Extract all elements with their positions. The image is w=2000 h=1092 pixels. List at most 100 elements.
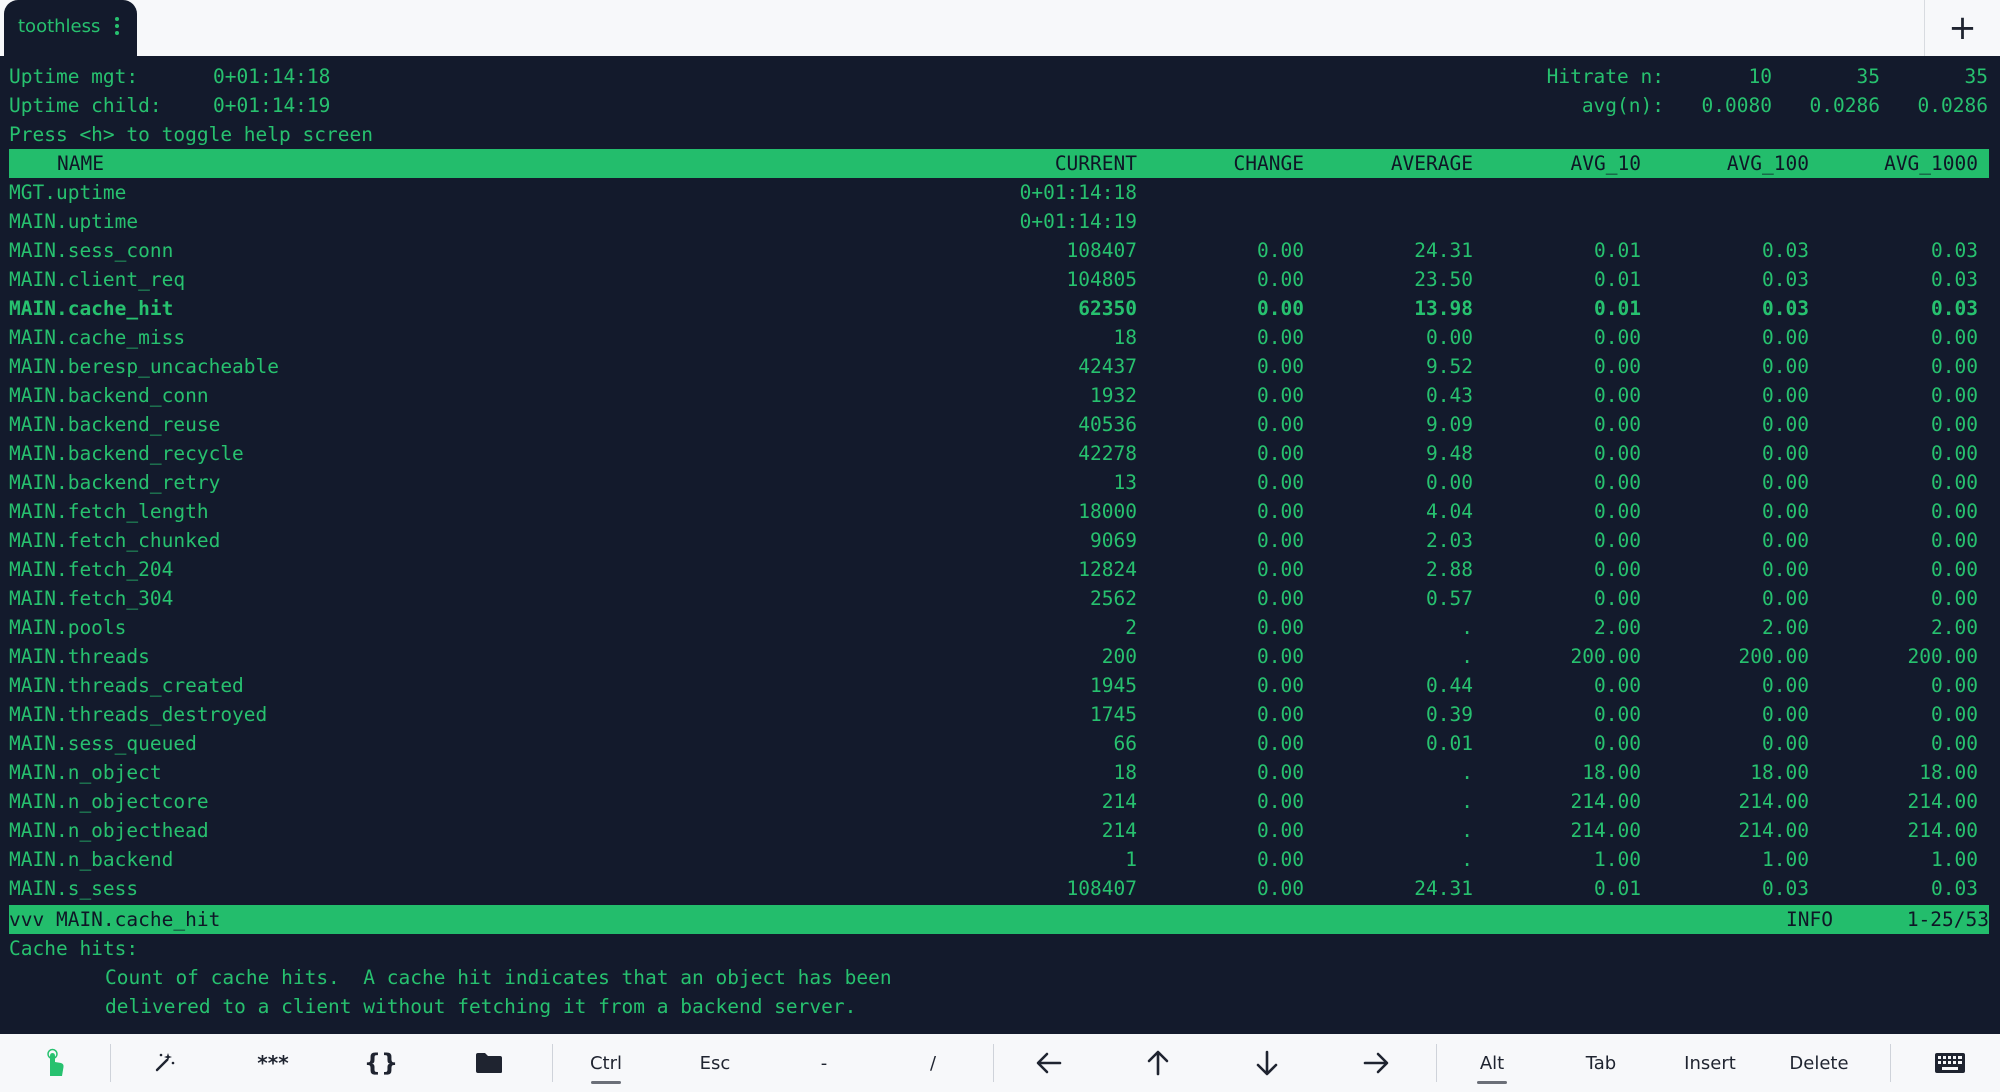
table-row[interactable]: MAIN.fetch_chunked 9069 0.00 2.03 0.00 0.00 0.… <box>0 526 2000 555</box>
row-name: MAIN.threads_created <box>9 674 244 697</box>
col-avg1000: AVG_1000 <box>1884 152 1978 175</box>
avg-value-1000: 0.0286 <box>1917 94 1988 117</box>
col-change: CHANGE <box>1233 152 1304 175</box>
table-row[interactable]: MAIN.cache_miss 18 0.00 0.00 0.00 0.00 0.00 <box>0 323 2000 352</box>
slash-key[interactable]: / <box>889 1034 977 1092</box>
arrow-right-key[interactable] <box>1332 1034 1420 1092</box>
row-change: 0.00 <box>1257 616 1304 639</box>
arrow-up-key[interactable] <box>1114 1034 1202 1092</box>
row-name: MAIN.threads <box>9 645 150 668</box>
table-row[interactable]: MAIN.s_sess 108407 0.00 24.31 0.01 0.03 0.03 <box>0 874 2000 903</box>
table-row[interactable]: MAIN.backend_retry 13 0.00 0.00 0.00 0.00 0.00 <box>0 468 2000 497</box>
table-row[interactable]: MAIN.n_backend 1 0.00. 1.00 1.00 1.00 <box>0 845 2000 874</box>
row-avg100: 0.00 <box>1762 529 1809 552</box>
col-average: AVERAGE <box>1390 152 1473 175</box>
row-name: MAIN.cache_miss <box>9 326 186 349</box>
alt-key[interactable]: Alt <box>1448 1034 1536 1092</box>
keyboard-toggle-button[interactable] <box>1900 1034 2000 1092</box>
row-average: . <box>1461 790 1473 813</box>
tab-key[interactable]: Tab <box>1557 1034 1645 1092</box>
row-change: 0.00 <box>1257 819 1304 842</box>
delete-key[interactable]: Delete <box>1775 1034 1863 1092</box>
snippets-button[interactable]: {} <box>337 1034 425 1092</box>
table-row[interactable]: MAIN.n_objecthead 214 0.00. 214.00 214.00 214… <box>0 816 2000 845</box>
insert-key[interactable]: Insert <box>1666 1034 1754 1092</box>
row-name: MAIN.cache_hit <box>9 297 174 320</box>
terminal-screen[interactable]: Uptime mgt: 0+01:14:18 Uptime child: 0+0… <box>0 56 2000 1034</box>
kebab-menu-icon[interactable] <box>110 14 124 38</box>
new-tab-button[interactable]: + <box>1924 0 2000 56</box>
row-avg1000: 0.00 <box>1931 442 1978 465</box>
table-row[interactable]: MAIN.pools 2 0.00. 2.00 2.00 2.00 <box>0 613 2000 642</box>
table-row[interactable]: MAIN.threads_created 1945 0.00 0.44 0.00 0.00… <box>0 671 2000 700</box>
row-avg100: 0.00 <box>1762 674 1809 697</box>
table-row[interactable]: MAIN.client_req 104805 0.00 23.50 0.01 0.03 0.… <box>0 265 2000 294</box>
arrow-left-icon <box>1036 1052 1062 1074</box>
avg-label: avg(n): <box>1581 94 1664 117</box>
row-avg10: 0.00 <box>1594 326 1641 349</box>
table-row[interactable]: MAIN.uptime 0+01:14:19 <box>0 207 2000 236</box>
ctrl-key[interactable]: Ctrl <box>562 1034 650 1092</box>
session-tab[interactable]: toothless <box>4 0 137 56</box>
row-name: MAIN.s_sess <box>9 877 139 900</box>
row-avg1000: 200.00 <box>1907 645 1978 668</box>
table-row[interactable]: MAIN.n_objectcore 214 0.00. 214.00 214.00 214… <box>0 787 2000 816</box>
magic-button[interactable] <box>120 1034 208 1092</box>
plus-icon: + <box>1948 8 1977 48</box>
files-button[interactable] <box>445 1034 533 1092</box>
row-avg10: 0.00 <box>1594 587 1641 610</box>
table-row[interactable]: MAIN.fetch_304 2562 0.00 0.57 0.00 0.00 0.00 <box>0 584 2000 613</box>
table-row[interactable]: MAIN.n_object 18 0.00. 18.00 18.00 18.00 <box>0 758 2000 787</box>
table-row[interactable]: MAIN.beresp_uncacheable 42437 0.00 9.52 0.00… <box>0 352 2000 381</box>
row-current: 13 <box>1113 471 1137 494</box>
arrow-down-key[interactable] <box>1223 1034 1311 1092</box>
row-name: MAIN.fetch_length <box>9 500 209 523</box>
row-avg1000: 214.00 <box>1907 819 1978 842</box>
row-change: 0.00 <box>1257 645 1304 668</box>
row-avg10: 0.00 <box>1594 442 1641 465</box>
row-avg1000: 0.00 <box>1931 587 1978 610</box>
table-row[interactable]: MAIN.threads 200 0.00. 200.00 200.00 200.00 <box>0 642 2000 671</box>
table-row[interactable]: MAIN.cache_hit 62350 0.00 13.98 0.01 0.03 0.03 <box>0 294 2000 323</box>
dash-key[interactable]: - <box>780 1034 868 1092</box>
row-current: 214 <box>1101 819 1137 842</box>
table-row[interactable]: MGT.uptime 0+01:14:18 <box>0 178 2000 207</box>
row-average: 9.52 <box>1426 355 1473 378</box>
row-name: MAIN.pools <box>9 616 127 639</box>
row-current: 1 <box>1125 848 1137 871</box>
table-row[interactable]: MAIN.fetch_204 12824 0.00 2.88 0.00 0.00 0.00 <box>0 555 2000 584</box>
table-row[interactable]: MAIN.fetch_length 18000 0.00 4.04 0.00 0.00 0.… <box>0 497 2000 526</box>
row-name: MAIN.backend_reuse <box>9 413 221 436</box>
table-row[interactable]: MAIN.backend_conn 1932 0.00 0.43 0.00 0.00 0.0… <box>0 381 2000 410</box>
table-row[interactable]: MAIN.threads_destroyed 1745 0.00 0.39 0.00 0.… <box>0 700 2000 729</box>
row-average: 13.98 <box>1414 297 1473 320</box>
touch-mode-button[interactable] <box>0 1034 108 1092</box>
row-change: 0.00 <box>1257 732 1304 755</box>
row-avg1000: 0.00 <box>1931 703 1978 726</box>
row-average: 0.44 <box>1426 674 1473 697</box>
row-avg10: 0.00 <box>1594 471 1641 494</box>
row-avg1000: 0.03 <box>1931 239 1978 262</box>
row-average: . <box>1461 848 1473 871</box>
password-button[interactable]: *** <box>229 1034 317 1092</box>
uptime-mgt-value: 0+01:14:18 <box>213 65 331 88</box>
row-name: MAIN.uptime <box>9 210 139 233</box>
row-avg1000: 0.03 <box>1931 297 1978 320</box>
row-avg100: 18.00 <box>1750 761 1809 784</box>
row-avg10: 0.01 <box>1594 239 1641 262</box>
row-avg100: 0.03 <box>1762 877 1809 900</box>
arrow-left-key[interactable] <box>1005 1034 1093 1092</box>
table-row[interactable]: MAIN.backend_recycle 42278 0.00 9.48 0.00 0.0… <box>0 439 2000 468</box>
row-avg10: 214.00 <box>1570 790 1641 813</box>
row-average: 4.04 <box>1426 500 1473 523</box>
table-row[interactable]: MAIN.sess_conn 108407 0.00 24.31 0.01 0.03 0.0… <box>0 236 2000 265</box>
row-change: 0.00 <box>1257 355 1304 378</box>
esc-key[interactable]: Esc <box>671 1034 759 1092</box>
alt-key-label: Alt <box>1479 1052 1505 1074</box>
table-row[interactable]: MAIN.sess_queued 66 0.00 0.01 0.00 0.00 0.00 <box>0 729 2000 758</box>
row-avg100: 200.00 <box>1738 645 1809 668</box>
table-row[interactable]: MAIN.backend_reuse 40536 0.00 9.09 0.00 0.00 0… <box>0 410 2000 439</box>
row-change: 0.00 <box>1257 558 1304 581</box>
row-name: MAIN.threads_destroyed <box>9 703 268 726</box>
row-avg100: 214.00 <box>1738 790 1809 813</box>
